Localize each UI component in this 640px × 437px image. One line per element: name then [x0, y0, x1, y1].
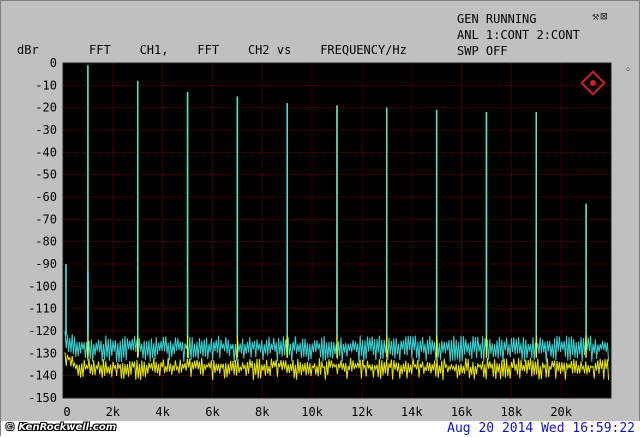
- x-tick-label: 16k: [451, 405, 473, 419]
- footer-bar: © KenRockwell.com Aug 20 2014 Wed 16:59:…: [1, 421, 640, 437]
- timestamp: Aug 20 2014 Wed 16:59:22: [447, 421, 635, 436]
- x-tick-label: 4k: [155, 405, 170, 419]
- watermark: © KenRockwell.com: [5, 422, 117, 433]
- y-tick-label: -100: [28, 279, 57, 293]
- x-tick-label: 8k: [255, 405, 270, 419]
- x-tick-label: 0: [63, 405, 70, 419]
- x-tick-label: 6k: [205, 405, 220, 419]
- y-tick-label: -110: [28, 302, 57, 316]
- y-tick-label: -130: [28, 346, 57, 360]
- y-tick-label: -70: [35, 212, 57, 226]
- fft-chart: 0 -10 -20 -30 -40 -50 -60 -70 -80 -90 -100 -110 -120…: [28, 56, 612, 419]
- y-tick-label: -120: [28, 324, 57, 338]
- y-tick-label: -90: [35, 257, 57, 271]
- x-tick-label: 18k: [501, 405, 523, 419]
- y-tick-label: -10: [35, 78, 57, 92]
- x-tick-label: 10k: [301, 405, 323, 419]
- y-tick-label: 0: [50, 56, 57, 70]
- x-tick-label: 12k: [351, 405, 373, 419]
- x-tick-label: 14k: [401, 405, 423, 419]
- y-tick-label: -150: [28, 391, 57, 405]
- analyzer-screen: dBr FFT CH1, FFT CH2 vs FREQUENCY/Hz GEN…: [0, 0, 640, 437]
- y-tick-label: -140: [28, 369, 57, 383]
- y-tick-label: -40: [35, 145, 57, 159]
- y-tick-label: -30: [35, 123, 57, 137]
- x-tick-label: 20k: [550, 405, 572, 419]
- y-tick-label: -60: [35, 190, 57, 204]
- x-tick-label: 2k: [106, 405, 121, 419]
- y-tick-label: -20: [35, 101, 57, 115]
- y-tick-label: -80: [35, 235, 57, 249]
- y-tick-label: -50: [35, 168, 57, 182]
